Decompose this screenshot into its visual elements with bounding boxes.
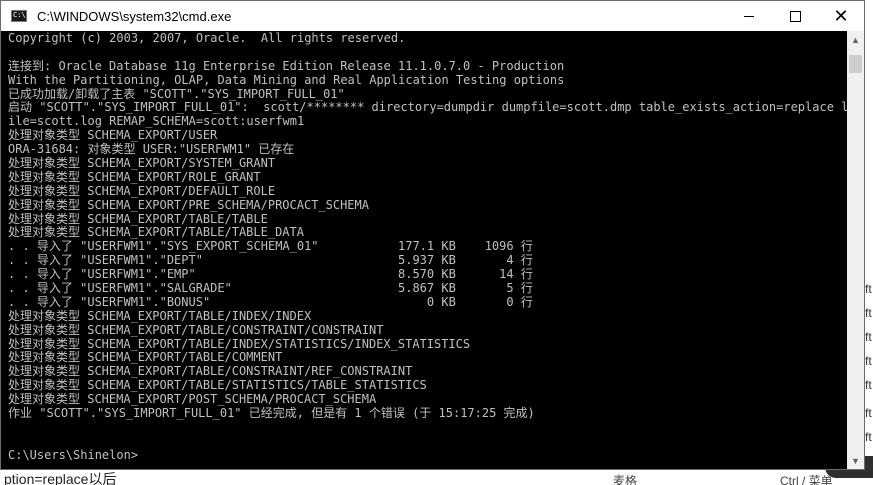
minimize-button[interactable] <box>726 1 772 31</box>
close-icon: ✕ <box>833 5 849 27</box>
console-line: ORA-31684: 对象类型 USER:"USERFWM1" 已存在 <box>8 142 295 157</box>
background-fragment: ft <box>865 430 872 444</box>
background-page-bottom: ption=replace以后 麦格 Ctrl / 菜单 <box>0 470 873 485</box>
maximize-button[interactable] <box>772 1 818 31</box>
console-line: 处理对象类型 SCHEMA_EXPORT/PRE_SCHEMA/PROCACT_… <box>8 197 369 212</box>
scrollbar-thumb[interactable] <box>849 55 862 73</box>
close-button[interactable]: ✕ <box>818 1 864 31</box>
console-line: 处理对象类型 SCHEMA_EXPORT/TABLE/INDEX/INDEX <box>8 308 312 323</box>
scroll-down-arrow-icon[interactable]: ▼ <box>847 452 864 469</box>
console-line: 处理对象类型 SCHEMA_EXPORT/TABLE/TABLE_DATA <box>8 225 304 240</box>
console-line: 处理对象类型 SCHEMA_EXPORT/DEFAULT_ROLE <box>8 183 276 198</box>
background-fragment: ft <box>865 306 872 320</box>
console-line: . . 导入了 "USERFWM1"."SALGRADE" 5.867 KB 5… <box>8 281 533 296</box>
console-line: 处理对象类型 SCHEMA_EXPORT/POST_SCHEMA/PROCACT… <box>8 392 377 407</box>
console-line: 处理对象类型 SCHEMA_EXPORT/TABLE/INDEX/STATIST… <box>8 336 471 351</box>
console-line: 处理对象类型 SCHEMA_EXPORT/TABLE/STATISTICS/TA… <box>8 378 427 393</box>
console-line: . . 导入了 "USERFWM1"."DEPT" 5.937 KB 4 行 <box>8 253 533 268</box>
console-line: 处理对象类型 SCHEMA_EXPORT/TABLE/CONSTRAINT/RE… <box>8 364 413 379</box>
background-fragment: ft <box>865 378 872 392</box>
background-fragment: ption=replace以后 <box>4 471 117 485</box>
vertical-scrollbar[interactable]: ▲ ▼ <box>847 31 864 469</box>
console-output[interactable]: Copyright (c) 2003, 2007, Oracle. All ri… <box>8 32 848 469</box>
background-fragment: 麦格 <box>613 474 638 485</box>
console-line: . . 导入了 "USERFWM1"."SYS_EXPORT_SCHEMA_01… <box>8 239 533 254</box>
background-fragment: ft <box>865 406 872 420</box>
minimize-icon <box>744 15 754 17</box>
console-line: 处理对象类型 SCHEMA_EXPORT/TABLE/COMMENT <box>8 350 283 365</box>
background-fragment: ft <box>865 330 872 344</box>
background-fragment: ft <box>865 354 872 368</box>
console-line: 处理对象类型 SCHEMA_EXPORT/TABLE/TABLE <box>8 211 268 226</box>
console-line: . . 导入了 "USERFWM1"."EMP" 8.570 KB 14 行 <box>8 267 533 282</box>
background-fragment: Ctrl / 菜单 <box>780 474 833 485</box>
console-line: 处理对象类型 SCHEMA_EXPORT/TABLE/CONSTRAINT/CO… <box>8 322 384 337</box>
maximize-icon <box>789 10 801 22</box>
cmd-app-icon[interactable] <box>11 10 27 22</box>
background-page-right: ft ft ft ft ft ft ft <box>865 0 873 485</box>
console-line: Copyright (c) 2003, 2007, Oracle. All ri… <box>8 32 406 45</box>
console-line: 处理对象类型 SCHEMA_EXPORT/USER <box>8 128 218 143</box>
console-line: ile=scott.log REMAP_SCHEMA=scott:userfwm… <box>8 114 305 129</box>
background-fragment: ft <box>865 282 872 296</box>
window-controls: ✕ <box>726 1 864 31</box>
console-line: C:\Users\Shinelon> <box>8 447 139 462</box>
console-line: With the Partitioning, OLAP, Data Mining… <box>8 72 565 87</box>
console-line: . . 导入了 "USERFWM1"."BONUS" 0 KB 0 行 <box>8 294 533 309</box>
window-title: C:\WINDOWS\system32\cmd.exe <box>37 8 232 24</box>
console-line: 处理对象类型 SCHEMA_EXPORT/SYSTEM_GRANT <box>8 156 276 171</box>
console-line: 连接到: Oracle Database 11g Enterprise Edit… <box>8 58 565 73</box>
title-bar[interactable]: C:\WINDOWS\system32\cmd.exe ✕ <box>1 1 864 31</box>
scroll-up-arrow-icon[interactable]: ▲ <box>847 31 864 48</box>
console-line: 已成功加载/卸载了主表 "SCOTT"."SYS_IMPORT_FULL_01" <box>8 86 345 101</box>
console-line: 处理对象类型 SCHEMA_EXPORT/ROLE_GRANT <box>8 169 261 184</box>
console-line: 启动 "SCOTT"."SYS_IMPORT_FULL_01": scott/*… <box>8 100 848 115</box>
console-line: 作业 "SCOTT"."SYS_IMPORT_FULL_01" 已经完成, 但是… <box>8 406 535 421</box>
cmd-window[interactable]: C:\WINDOWS\system32\cmd.exe ✕ Copyright … <box>0 0 865 470</box>
